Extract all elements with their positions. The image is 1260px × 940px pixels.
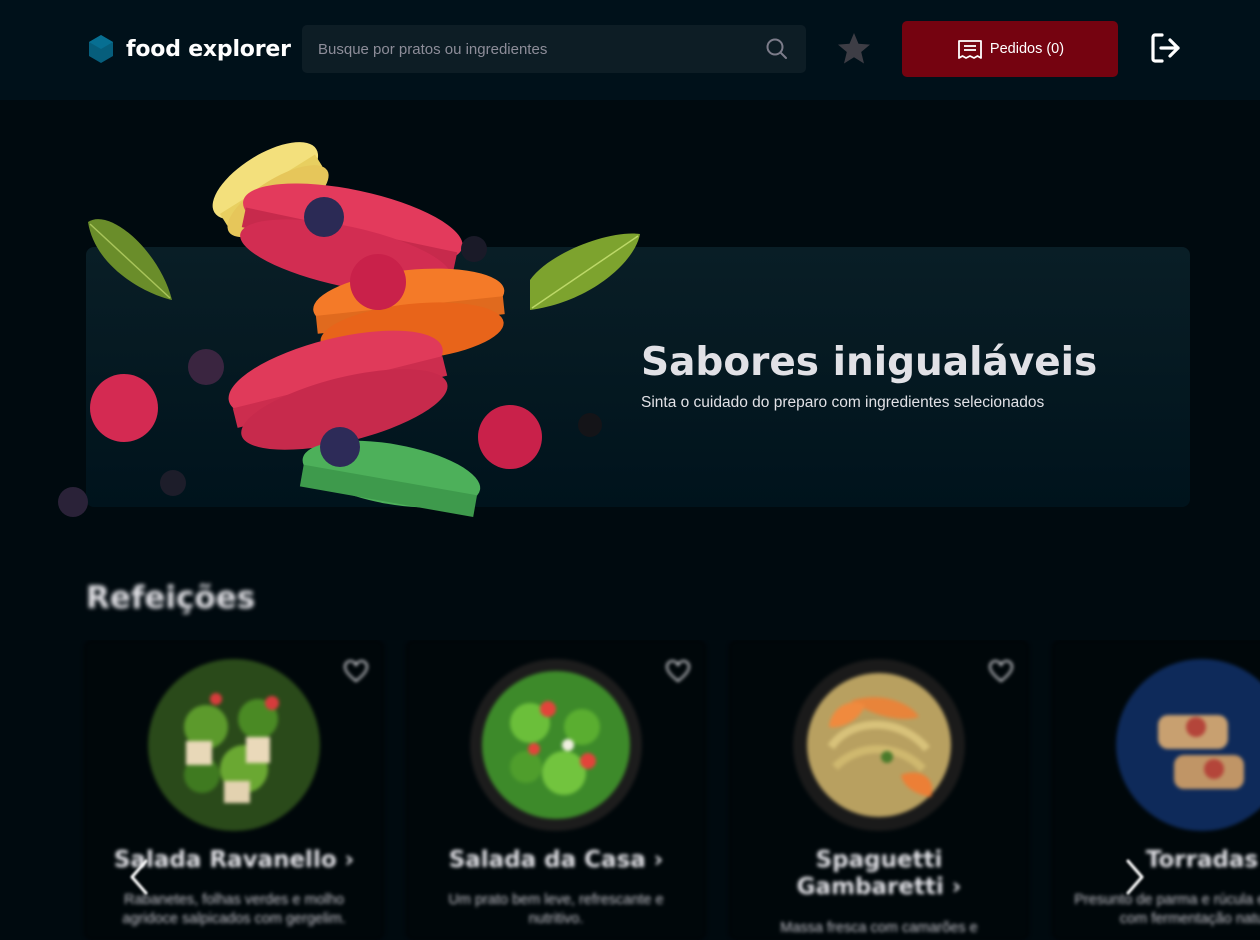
dish-image[interactable] xyxy=(468,657,644,833)
search-input[interactable] xyxy=(318,40,756,58)
dish-image[interactable] xyxy=(1114,657,1260,833)
orders-label: Pedidos (0) xyxy=(989,41,1065,57)
search-icon[interactable] xyxy=(764,36,790,62)
brand-name: food explorer xyxy=(126,36,291,62)
dish-card[interactable]: Torradas Presunto de parma e rúcula em u… xyxy=(1052,640,1260,940)
heart-icon[interactable] xyxy=(343,659,369,685)
orders-button[interactable]: Pedidos (0) xyxy=(902,21,1118,77)
dish-name[interactable]: Spaguetti Gambaretti › xyxy=(730,847,1028,901)
macarons-illustration xyxy=(58,142,640,517)
dish-name[interactable]: Salada da Casa › xyxy=(407,847,705,874)
hexagon-logo-icon xyxy=(89,35,113,63)
banner-title: Sabores inigualáveis xyxy=(641,340,1098,385)
section-title: Refeições xyxy=(86,580,256,616)
chevron-left-icon xyxy=(130,859,148,895)
carousel-next-button[interactable] xyxy=(1120,855,1150,899)
sign-out-icon[interactable] xyxy=(1148,30,1184,66)
dish-image[interactable] xyxy=(146,657,322,833)
dish-name[interactable]: Torradas xyxy=(1053,847,1260,874)
brand[interactable]: food explorer xyxy=(86,30,291,68)
dish-card[interactable]: Spaguetti Gambaretti › Massa fresca com … xyxy=(729,640,1029,940)
chevron-right-icon xyxy=(1126,859,1144,895)
star-icon[interactable] xyxy=(836,31,872,67)
dish-card[interactable]: Salada da Casa › Um prato bem leve, refr… xyxy=(406,640,706,940)
dish-description: Presunto de parma e rúcula em um pão com… xyxy=(1074,892,1260,927)
heart-icon[interactable] xyxy=(988,659,1014,685)
dish-description: Massa fresca com camarões e xyxy=(780,920,978,936)
dishes-carousel: Salada Ravanello › Rabanetes, folhas ver… xyxy=(0,640,1260,940)
dish-description: Um prato bem leve, refrescante e nutriti… xyxy=(448,892,664,927)
banner-subtitle: Sinta o cuidado do preparo com ingredien… xyxy=(641,394,1045,411)
carousel-prev-button[interactable] xyxy=(124,855,154,899)
app-header: food explorer Pedidos (0) xyxy=(0,0,1260,100)
search-bar xyxy=(302,25,806,73)
heart-icon[interactable] xyxy=(665,659,691,685)
receipt-icon xyxy=(958,40,982,59)
dish-image[interactable] xyxy=(791,657,967,833)
